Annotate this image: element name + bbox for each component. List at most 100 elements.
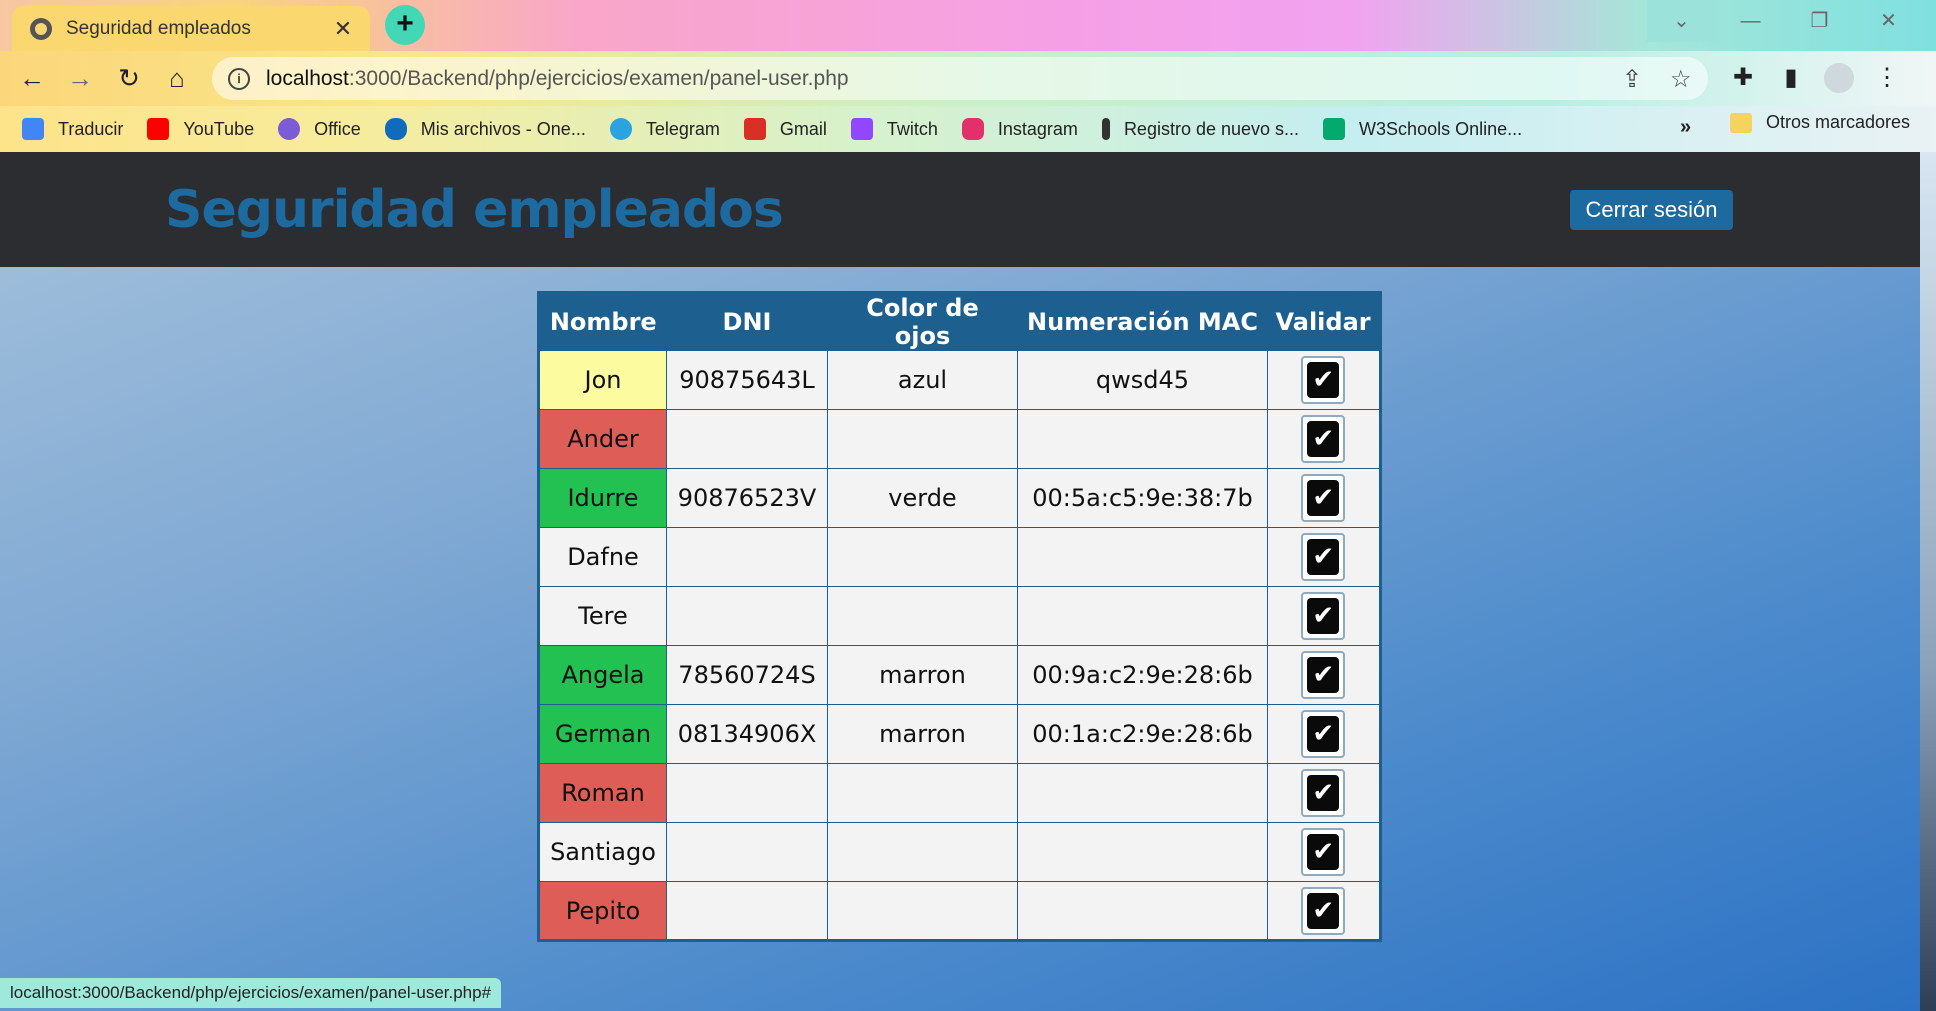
cell-nombre: German xyxy=(538,704,667,764)
cell-validar: ✔ xyxy=(1267,409,1381,469)
site-info-icon[interactable]: i xyxy=(228,67,250,90)
table-row: Tere ✔ xyxy=(538,586,1381,646)
employees-table: Nombre DNI Color de ojos Numeración MAC … xyxy=(537,291,1382,942)
bookmark-registro[interactable]: Registro de nuevo s... xyxy=(1101,118,1300,140)
bookmark-onedrive[interactable]: Mis archivos - One... xyxy=(384,118,586,140)
cell-dni: 78560724S xyxy=(666,645,828,705)
cell-nombre: Santiago xyxy=(538,822,667,882)
validate-checkbox[interactable]: ✔ xyxy=(1301,886,1346,935)
cell-validar: ✔ xyxy=(1267,881,1381,941)
cell-mac: 00:5a:c5:9e:38:7b xyxy=(1017,468,1268,528)
bookmark-label: W3Schools Online... xyxy=(1359,118,1523,139)
checkmark-icon: ✔ xyxy=(1307,657,1340,693)
other-bookmarks-folder[interactable]: Otros marcadores xyxy=(1730,112,1910,133)
home-icon[interactable]: ⌂ xyxy=(160,61,194,95)
tab-close-icon[interactable]: ✕ xyxy=(330,16,356,42)
tab-search-icon[interactable]: ⌄ xyxy=(1647,0,1716,42)
telegram-icon xyxy=(609,118,632,140)
forward-icon[interactable]: → xyxy=(63,61,97,95)
cell-color-ojos: verde xyxy=(827,468,1018,528)
bookmark-w3schools[interactable]: W3Schools Online... xyxy=(1323,118,1522,140)
bookmark-label: Registro de nuevo s... xyxy=(1123,118,1300,139)
bookmark-star-icon[interactable]: ☆ xyxy=(1670,65,1692,94)
cell-dni xyxy=(666,409,828,469)
bookmark-gmail[interactable]: Gmail xyxy=(743,118,827,140)
table-row: Ander ✔ xyxy=(538,409,1381,469)
bookmark-traducir[interactable]: Traducir xyxy=(22,118,123,140)
cell-mac: 00:1a:c2:9e:28:6b xyxy=(1017,704,1268,764)
bookmark-youtube[interactable]: YouTube xyxy=(147,118,254,140)
checkmark-icon: ✔ xyxy=(1307,598,1340,634)
globe-icon xyxy=(30,17,52,40)
validate-checkbox[interactable]: ✔ xyxy=(1301,769,1346,817)
twitch-icon xyxy=(850,118,873,140)
status-bar-url: localhost:3000/Backend/php/ejercicios/ex… xyxy=(0,978,502,1008)
url-path: :3000/Backend/php/ejercicios/examen/pane… xyxy=(348,66,849,90)
side-panel-icon[interactable]: ▮ xyxy=(1776,63,1806,93)
validate-checkbox[interactable]: ✔ xyxy=(1301,356,1346,404)
address-bar[interactable]: i localhost :3000/Backend/php/ejercicios… xyxy=(212,57,1708,100)
cell-validar: ✔ xyxy=(1267,586,1381,646)
bookmark-telegram[interactable]: Telegram xyxy=(609,118,720,140)
cell-nombre: Idurre xyxy=(538,468,667,528)
cell-dni xyxy=(666,763,828,823)
validate-checkbox[interactable]: ✔ xyxy=(1301,415,1346,463)
close-window-icon[interactable]: ✕ xyxy=(1854,0,1923,42)
cell-dni xyxy=(666,822,828,882)
checkmark-icon: ✔ xyxy=(1307,834,1340,870)
minimize-icon[interactable]: — xyxy=(1716,0,1785,42)
bookmark-label: Telegram xyxy=(645,118,720,139)
checkmark-icon: ✔ xyxy=(1307,775,1340,811)
cell-dni xyxy=(666,881,828,941)
cell-color-ojos xyxy=(827,527,1018,587)
back-icon[interactable]: ← xyxy=(15,61,49,95)
cell-nombre: Ander xyxy=(538,409,667,469)
bookmark-instagram[interactable]: Instagram xyxy=(961,118,1078,140)
cell-nombre: Pepito xyxy=(538,881,667,941)
reload-icon[interactable]: ↻ xyxy=(112,61,146,95)
restore-icon[interactable]: ❐ xyxy=(1785,0,1854,42)
cell-validar: ✔ xyxy=(1267,527,1381,587)
bookmark-label: Traducir xyxy=(58,118,124,139)
bookmark-label: Office xyxy=(314,118,361,139)
cell-validar: ✔ xyxy=(1267,763,1381,823)
instagram-icon xyxy=(961,118,984,140)
table-header-row: Nombre DNI Color de ojos Numeración MAC … xyxy=(538,292,1381,351)
new-tab-button[interactable]: + xyxy=(385,5,425,45)
bookmark-label: YouTube xyxy=(183,118,255,139)
cell-mac xyxy=(1017,409,1268,469)
checkmark-icon: ✔ xyxy=(1307,716,1340,752)
bookmark-office[interactable]: Office xyxy=(278,118,361,140)
cell-validar: ✔ xyxy=(1267,822,1381,882)
cell-validar: ✔ xyxy=(1267,350,1381,410)
bookmarks-more-icon[interactable]: » xyxy=(1680,116,1691,139)
cell-mac xyxy=(1017,527,1268,587)
share-icon[interactable]: ⇪ xyxy=(1622,65,1642,94)
browser-tab[interactable]: Seguridad empleados ✕ xyxy=(12,6,370,51)
cell-dni: 90876523V xyxy=(666,468,828,528)
cell-color-ojos xyxy=(827,763,1018,823)
menu-icon[interactable]: ⋮ xyxy=(1872,63,1902,93)
browser-toolbar: ← → ↻ ⌂ i localhost :3000/Backend/php/ej… xyxy=(0,51,1936,106)
table-row: Santiago ✔ xyxy=(538,822,1381,882)
cell-color-ojos: marron xyxy=(827,645,1018,705)
youtube-icon xyxy=(147,118,170,140)
bookmarks-bar: Traducir YouTube Office Mis archivos - O… xyxy=(0,106,1936,152)
validate-checkbox[interactable]: ✔ xyxy=(1301,592,1346,640)
validate-checkbox[interactable]: ✔ xyxy=(1301,651,1346,699)
column-header-validar: Validar xyxy=(1267,292,1381,351)
validate-checkbox[interactable]: ✔ xyxy=(1301,474,1346,522)
cell-validar: ✔ xyxy=(1267,468,1381,528)
validate-checkbox[interactable]: ✔ xyxy=(1301,828,1346,876)
bookmark-label: Mis archivos - One... xyxy=(420,118,586,139)
bookmark-twitch[interactable]: Twitch xyxy=(850,118,938,140)
cell-color-ojos: marron xyxy=(827,704,1018,764)
logout-button[interactable]: Cerrar sesión xyxy=(1570,190,1733,230)
cell-color-ojos xyxy=(827,586,1018,646)
cell-nombre: Angela xyxy=(538,645,667,705)
validate-checkbox[interactable]: ✔ xyxy=(1301,533,1346,581)
profile-avatar[interactable] xyxy=(1824,63,1854,93)
extensions-icon[interactable]: ✚ xyxy=(1728,63,1758,93)
validate-checkbox[interactable]: ✔ xyxy=(1301,710,1346,758)
window-edge xyxy=(1920,152,1936,1011)
